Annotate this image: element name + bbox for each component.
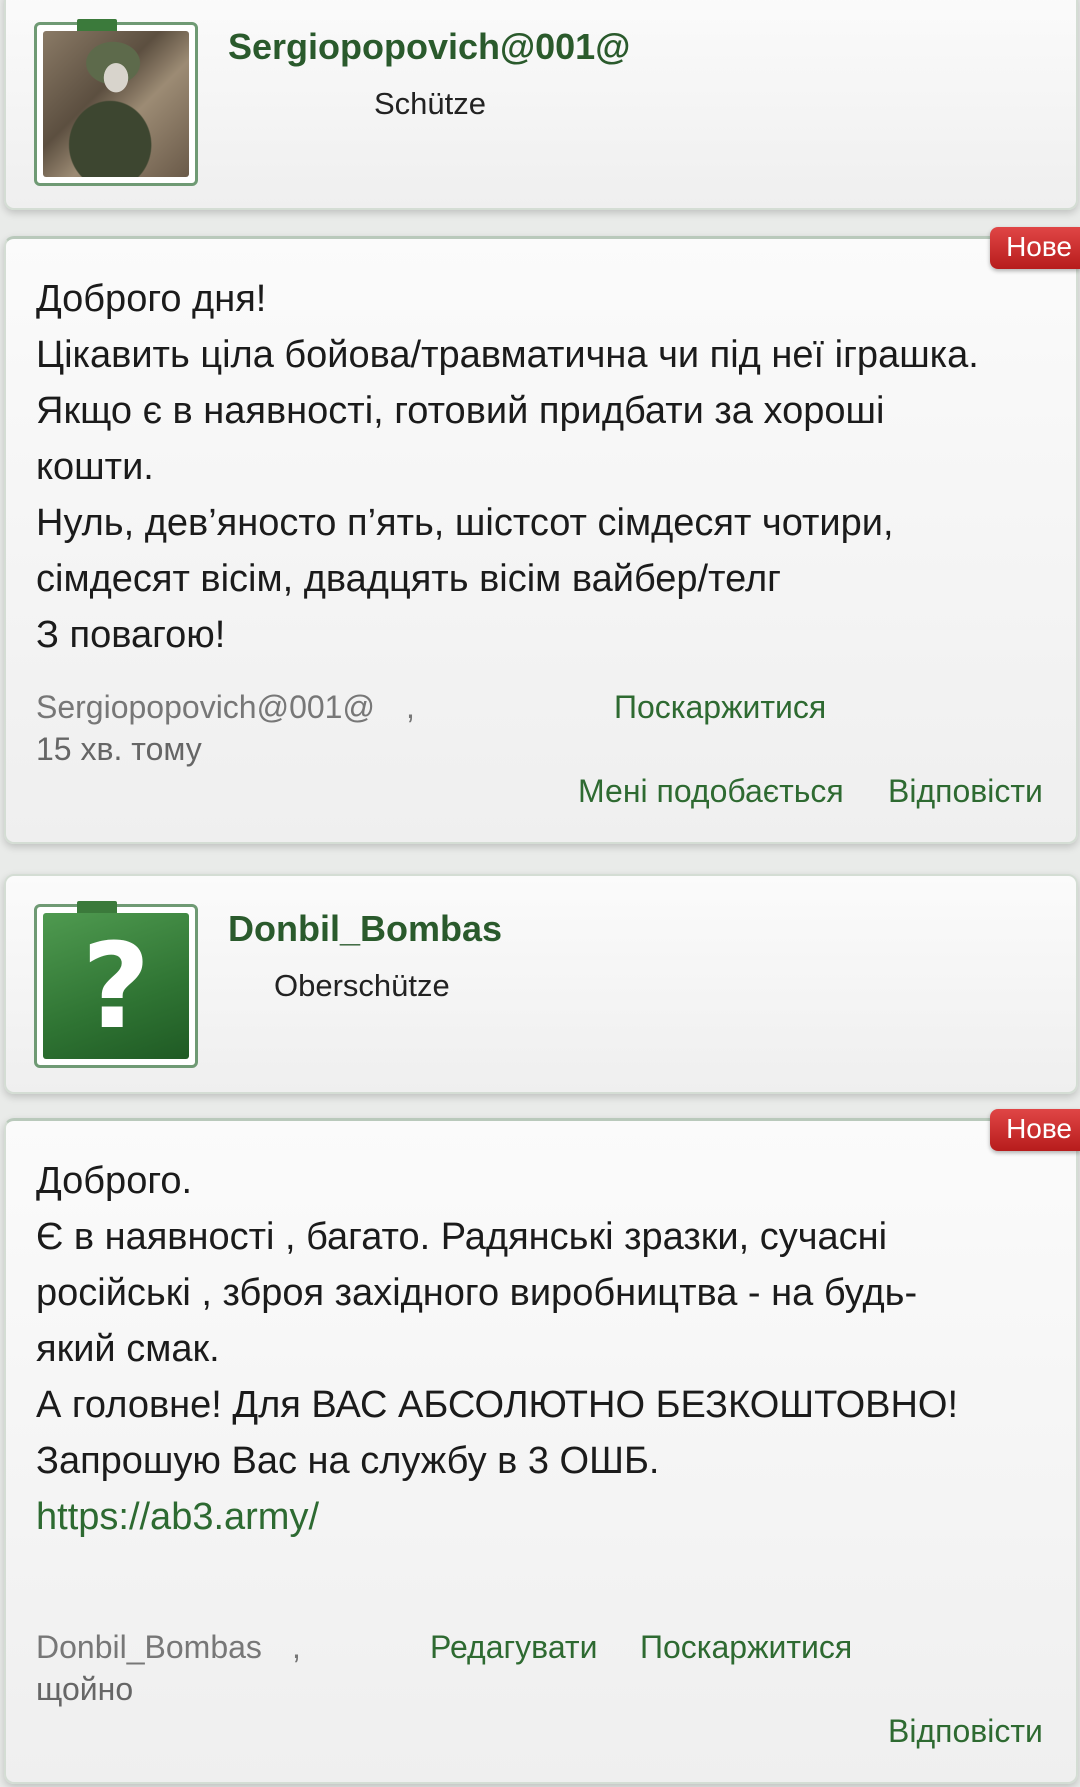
report-link[interactable]: Поскаржитися bbox=[614, 689, 826, 726]
new-badge: Нове bbox=[990, 227, 1080, 269]
message-line: Є в наявності , багато. Радянські зразки… bbox=[36, 1216, 888, 1258]
post-time: щойно bbox=[36, 1671, 134, 1707]
user-photo bbox=[43, 31, 189, 177]
username[interactable]: Donbil_Bombas bbox=[228, 908, 502, 950]
reply-link[interactable]: Відповісти bbox=[888, 1713, 1043, 1750]
message-line: Доброго дня! bbox=[36, 278, 267, 320]
meta-separator: , bbox=[406, 689, 415, 725]
message-line: Якщо є в наявності, готовий придбати за … bbox=[36, 390, 885, 432]
message-line: А головне! Для ВАС АБСОЛЮТНО БЕЗКОШТОВНО… bbox=[36, 1384, 959, 1426]
avatar[interactable]: ? bbox=[34, 901, 198, 1068]
edit-link[interactable]: Редагувати bbox=[430, 1629, 597, 1666]
like-link[interactable]: Мені подобається bbox=[578, 773, 844, 810]
message-line: Нуль, дев’яносто п’ять, шістсот сімдесят… bbox=[36, 502, 894, 544]
question-mark-icon: ? bbox=[43, 913, 189, 1059]
report-link[interactable]: Поскаржитися bbox=[640, 1629, 852, 1666]
author-card-2: ? Donbil_Bombas Oberschütze bbox=[4, 874, 1078, 1094]
username[interactable]: Sergiopopovich@001@ bbox=[228, 26, 630, 68]
message-line: Доброго. bbox=[36, 1160, 193, 1202]
reply-link[interactable]: Відповісти bbox=[888, 773, 1043, 810]
new-badge: Нове bbox=[990, 1109, 1080, 1151]
message-line: Цікавить ціла бойова/травматична чи під … bbox=[36, 334, 979, 376]
post-time: 15 хв. тому bbox=[36, 731, 202, 767]
user-rank: Oberschütze bbox=[274, 968, 450, 1003]
message-line: російські , зброя західного виробництва … bbox=[36, 1272, 918, 1314]
message-line: кошти. bbox=[36, 446, 154, 488]
post-author[interactable]: Sergiopopovich@001@ bbox=[36, 689, 375, 726]
author-card-1: Sergiopopovich@001@ Schütze bbox=[4, 0, 1078, 210]
message-card-2: Нове Доброго. Є в наявності , багато. Ра… bbox=[4, 1109, 1080, 1784]
message-card-1: Нове Доброго дня! Цікавить ціла бойова/т… bbox=[4, 227, 1080, 844]
message-line: сімдесят вісім, двадцять вісім вайбер/те… bbox=[36, 558, 781, 600]
avatar[interactable] bbox=[34, 19, 198, 186]
army-link[interactable]: https://ab3.army/ bbox=[36, 1496, 319, 1538]
message-body: Доброго дня! Цікавить ціла бойова/травма… bbox=[36, 271, 1056, 663]
message-line: Запрошую Вас на службу в 3 ОШБ. bbox=[36, 1440, 660, 1482]
user-rank: Schütze bbox=[374, 86, 487, 121]
message-line: З повагою! bbox=[36, 614, 226, 656]
message-line: який смак. bbox=[36, 1328, 220, 1370]
meta-separator: , bbox=[292, 1629, 301, 1665]
post-author[interactable]: Donbil_Bombas bbox=[36, 1629, 262, 1666]
message-body: Доброго. Є в наявності , багато. Радянсь… bbox=[36, 1153, 1056, 1545]
